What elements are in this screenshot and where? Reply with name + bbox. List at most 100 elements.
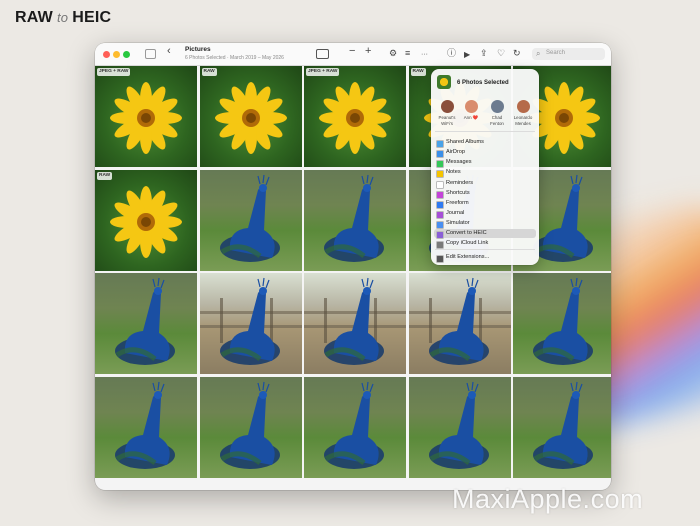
photo-thumbnail[interactable]: JPEG + RAW	[304, 66, 406, 167]
format-badge: RAW	[97, 171, 113, 180]
back-icon[interactable]: ‹	[167, 46, 171, 57]
info-icon[interactable]: ⓘ	[447, 48, 456, 59]
contact-avatar	[440, 100, 454, 113]
share-menu-item[interactable]: Freeform	[434, 199, 536, 209]
photo-thumbnail[interactable]	[408, 376, 511, 478]
contact-avatar	[516, 100, 530, 113]
menu-item-label: AirDrop	[446, 149, 465, 155]
peacock-image	[428, 381, 489, 469]
menu-item-label: Freeform	[446, 200, 469, 206]
share-contact[interactable]: Ann ❤️	[459, 100, 483, 121]
photo-thumbnail[interactable]	[304, 376, 406, 478]
adjust-icon[interactable]: ⚙	[389, 48, 397, 59]
peacock-image	[533, 381, 593, 469]
menu-item-icon	[436, 149, 444, 158]
menu-item-label: Messages	[446, 159, 472, 165]
photo-thumbnail[interactable]	[408, 273, 511, 374]
filter-icon[interactable]: ≡	[405, 48, 410, 59]
flower-image	[319, 82, 391, 154]
photo-thumbnail[interactable]	[199, 273, 302, 374]
share-icon[interactable]: ⇪	[480, 48, 488, 59]
favorite-icon[interactable]: ♡	[497, 48, 505, 59]
peacock-image	[219, 174, 280, 262]
format-badge: JPEG + RAW	[306, 68, 340, 76]
share-menu-item[interactable]: AirDrop	[434, 148, 536, 158]
menu-item-icon	[436, 139, 444, 148]
peacock-image	[408, 277, 511, 365]
share-menu-item[interactable]: Edit Extensions...	[434, 253, 536, 263]
peacock-image	[219, 381, 280, 469]
menu-item-icon	[436, 159, 444, 168]
menu-item-icon	[436, 230, 444, 239]
zoom-button[interactable]	[123, 51, 130, 58]
photo-thumbnail[interactable]	[95, 273, 197, 374]
menu-item-label: Journal	[446, 210, 465, 216]
zoom-in-icon[interactable]: +	[365, 46, 371, 57]
sidebar-toggle-icon[interactable]	[145, 49, 156, 59]
window-subtitle: 6 Photos Selected · March 2019 – May 202…	[185, 55, 284, 61]
peacock-image	[115, 381, 175, 469]
peacock-image	[324, 174, 384, 262]
share-menu: 6 Photos Selected Peanut's WiFi's Ann ❤️ Ch…	[431, 69, 539, 265]
more-icon[interactable]: ···	[421, 49, 428, 60]
share-menu-item[interactable]: Copy iCloud Link	[434, 239, 536, 249]
photo-thumbnail[interactable]	[513, 376, 611, 478]
zoom-out-icon[interactable]: −	[349, 46, 355, 57]
menu-item-icon	[436, 190, 444, 199]
divider	[435, 131, 535, 132]
window-title: Pictures	[185, 46, 211, 53]
share-menu-item[interactable]: Notes	[434, 168, 536, 178]
close-button[interactable]	[103, 51, 110, 58]
menu-item-label: Edit Extensions...	[446, 254, 490, 260]
menu-item-icon	[436, 210, 444, 219]
menu-item-label: Convert to HEIC	[446, 230, 487, 236]
photo-thumbnail[interactable]: RAW	[95, 169, 197, 271]
share-menu-item[interactable]: Convert to HEIC	[434, 229, 536, 239]
photo-thumbnail[interactable]	[304, 169, 406, 271]
peacock-image	[533, 277, 593, 365]
contact-avatar	[490, 100, 504, 113]
share-menu-item[interactable]: Simulator	[434, 219, 536, 229]
photo-thumbnail[interactable]	[95, 376, 197, 478]
toolbar: ‹ Pictures 6 Photos Selected · March 201…	[95, 43, 611, 66]
photo-thumbnail[interactable]: RAW	[199, 66, 302, 167]
share-contact[interactable]: Peanut's WiFi's	[435, 100, 459, 126]
search-placeholder: Search	[546, 50, 566, 56]
library-view-icon[interactable]	[316, 49, 329, 59]
photo-thumbnail[interactable]: JPEG + RAW	[95, 66, 197, 167]
menu-item-label: Shared Albums	[446, 139, 484, 145]
peacock-image	[199, 277, 302, 365]
contact-name: Peanut's	[438, 115, 456, 120]
play-icon[interactable]: ▶	[464, 49, 470, 60]
share-contact[interactable]: Leonardo Mendes	[511, 100, 535, 126]
headline: RAW to HEIC	[15, 9, 111, 27]
format-badge: RAW	[410, 68, 426, 76]
photo-thumbnail[interactable]	[513, 273, 611, 374]
photo-thumbnail[interactable]	[199, 169, 302, 271]
photo-thumbnail[interactable]	[199, 376, 302, 478]
share-contact[interactable]: Chad Fenton	[485, 100, 509, 126]
menu-item-icon	[436, 254, 444, 263]
headline-to: to	[56, 10, 69, 25]
watermark: MaxiApple.com	[452, 484, 644, 514]
share-menu-item[interactable]: Shared Albums	[434, 138, 536, 148]
photo-thumbnail[interactable]	[304, 273, 406, 374]
minimize-button[interactable]	[113, 51, 120, 58]
flower-image	[110, 82, 182, 154]
share-menu-item[interactable]: Reminders	[434, 179, 536, 189]
photos-window: ‹ Pictures 6 Photos Selected · March 201…	[95, 43, 611, 490]
share-menu-item[interactable]: Shortcuts	[434, 189, 536, 199]
rotate-icon[interactable]: ↻	[513, 48, 521, 59]
peacock-image	[304, 277, 406, 365]
peacock-image	[115, 277, 175, 365]
headline-heic: HEIC	[72, 9, 112, 26]
search-icon: ⌕	[536, 49, 541, 58]
menu-item-label: Copy iCloud Link	[446, 240, 489, 246]
menu-item-icon	[436, 200, 444, 209]
share-menu-item[interactable]: Messages	[434, 158, 536, 168]
peacock-image	[324, 381, 384, 469]
menu-item-label: Reminders	[446, 180, 474, 186]
flower-image	[110, 185, 182, 258]
share-menu-item[interactable]: Journal	[434, 209, 536, 219]
search-field[interactable]: ⌕ Search	[532, 48, 605, 60]
